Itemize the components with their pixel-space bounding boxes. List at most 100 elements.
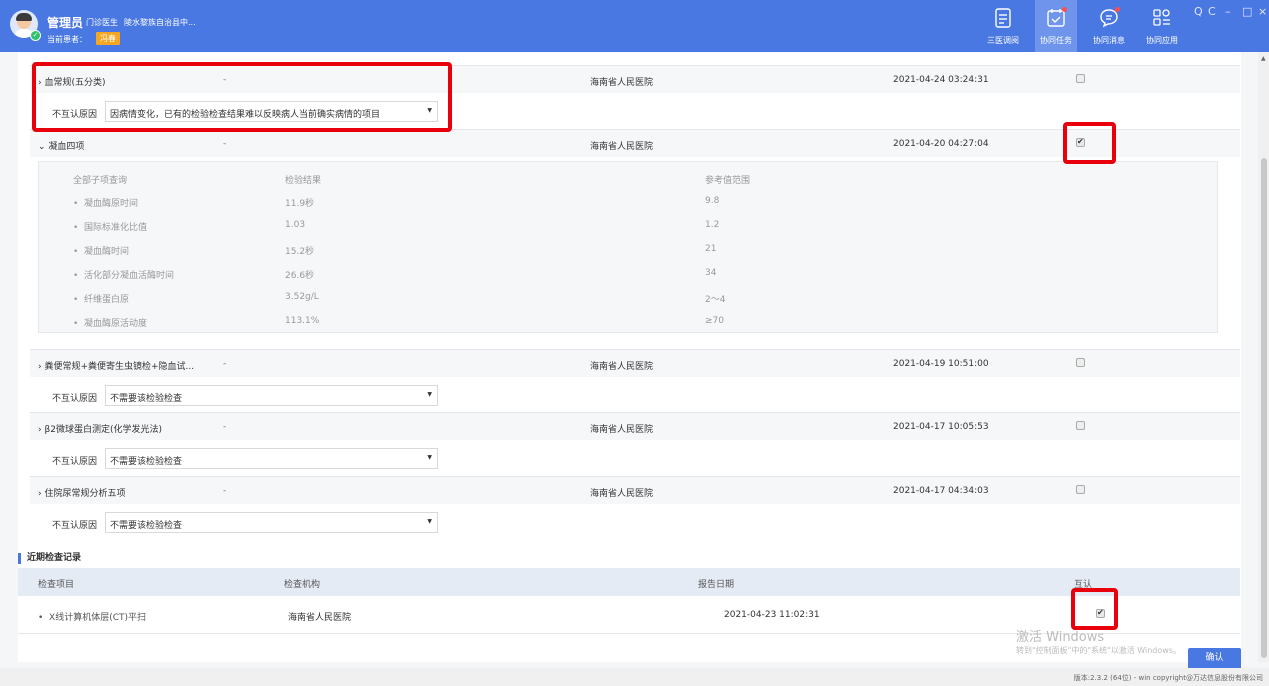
mutual-recognition-checkbox[interactable] [1076, 358, 1085, 367]
scroll-up-arrow-icon[interactable]: ▲ [1261, 55, 1266, 62]
minimize-button[interactable]: – [1225, 5, 1231, 18]
patient-label: 当前患者： [47, 35, 87, 44]
recent-records-title: 近期检查记录 [18, 553, 81, 564]
reason-row: 不互认原因 不需要该检验检查 ▼ [30, 380, 1240, 412]
test-org: 海南省人民医院 [590, 142, 654, 152]
apps-grid-icon [1153, 9, 1170, 26]
user-role: 门诊医生 [86, 18, 118, 27]
nav-label: 协同应用 [1146, 36, 1178, 45]
col-header-org: 检查机构 [284, 580, 321, 590]
test-org: 海南省人民医院 [590, 425, 654, 435]
refresh-icon[interactable]: C [1208, 5, 1216, 18]
nav-label: 三医调阅 [987, 36, 1019, 45]
test-dash: - [223, 139, 227, 149]
reason-value: 不需要该检验检查 [110, 394, 183, 404]
reason-value: 不需要该检验检查 [110, 457, 183, 467]
reason-select[interactable]: 不需要该检验检查 ▼ [105, 385, 438, 406]
search-icon[interactable]: Q [1194, 5, 1203, 18]
reason-select[interactable]: 不需要该检验检查 ▼ [105, 448, 438, 469]
highlight-box [32, 62, 452, 132]
sub-item-name: • 凝血酶原时间 [73, 199, 139, 209]
test-row[interactable]: ⌄ 凝血四项 - 海南省人民医院 2021-04-20 04:27:04 [30, 129, 1240, 157]
user-name: 管理员 [47, 16, 84, 30]
test-date: 2021-04-17 04:34:03 [893, 486, 989, 496]
test-name: › 粪便常规+粪便寄生虫镜检+隐血试... [38, 362, 195, 372]
test-org: 海南省人民医院 [590, 78, 654, 88]
sub-item-range: 1.2 [705, 220, 720, 230]
reason-row: 不互认原因 不需要该检验检查 ▼ [30, 443, 1240, 475]
dropdown-arrow-icon: ▼ [427, 518, 432, 525]
mutual-recognition-checkbox[interactable] [1076, 74, 1085, 83]
sub-item-result: 26.6秒 [285, 271, 315, 281]
dropdown-arrow-icon: ▼ [427, 391, 432, 398]
sub-item-range: 2～4 [705, 295, 726, 305]
scrollbar-thumb[interactable] [1261, 158, 1267, 658]
nav-collab-apps[interactable]: 协同应用 [1141, 0, 1183, 52]
user-org: 陵水黎族自治县中... [124, 18, 196, 27]
test-org: 海南省人民医院 [590, 489, 654, 499]
version-text: 版本:2.3.2 (64位) - win copyright@万达信息股份有限公… [1073, 674, 1263, 682]
nav-collab-tasks[interactable]: 协同任务 [1035, 0, 1077, 52]
col-header-date: 报告日期 [698, 580, 735, 590]
test-row[interactable]: › 粪便常规+粪便寄生虫镜检+隐血试... - 海南省人民医院 2021-04-… [30, 349, 1240, 377]
highlight-box [1071, 588, 1118, 630]
close-button[interactable]: × [1258, 5, 1267, 18]
test-date: 2021-04-20 04:27:04 [893, 139, 989, 149]
dropdown-arrow-icon: ▼ [427, 454, 432, 461]
sub-item-range: 9.8 [705, 196, 720, 206]
mutual-recognition-checkbox[interactable] [1076, 421, 1085, 430]
sub-items-panel: 全部子项查询 检验结果 参考值范围 • 凝血酶原时间 11.9秒 9.8 • 国… [38, 161, 1218, 333]
online-check-icon: ✓ [30, 30, 41, 41]
recent-table-header: 检查项目 检查机构 报告日期 互认 [18, 568, 1240, 596]
sub-item-range: ≥70 [705, 316, 724, 326]
reason-label: 不互认原因 [52, 457, 98, 467]
test-name: ⌄ 凝血四项 [38, 142, 85, 152]
detail-header-range: 参考值范围 [705, 176, 751, 186]
unread-dot [1115, 7, 1120, 12]
sub-item-result: 15.2秒 [285, 247, 315, 257]
test-date: 2021-04-19 10:51:00 [893, 359, 989, 369]
unread-dot [1062, 7, 1067, 12]
test-date: 2021-04-24 03:24:31 [893, 75, 989, 85]
reason-row: 不互认原因 不需要该检验检查 ▼ [30, 507, 1240, 539]
test-name: › β2微球蛋白测定(化学发光法) [38, 425, 162, 435]
test-dash: - [223, 422, 227, 432]
sub-item-result: 3.52g/L [285, 292, 319, 302]
top-bar: ✓ 管理员 门诊医生 陵水黎族自治县中... 当前患者： 冯春 三医调阅 协同任… [0, 0, 1269, 52]
confirm-button[interactable]: 确认 [1188, 648, 1241, 669]
sub-item-name: • 活化部分凝血活酶时间 [73, 271, 175, 281]
exam-org: 海南省人民医院 [288, 613, 352, 623]
maximize-button[interactable]: □ [1242, 5, 1252, 18]
nav-label: 协同消息 [1093, 36, 1125, 45]
test-name: › 住院尿常规分析五项 [38, 489, 126, 499]
sub-item-range: 34 [705, 268, 717, 278]
reason-select[interactable]: 不需要该检验检查 ▼ [105, 512, 438, 533]
detail-header-item: 全部子项查询 [73, 176, 128, 186]
sub-item-name: • 凝血酶原活动度 [73, 319, 148, 329]
sub-item-range: 21 [705, 244, 717, 254]
reason-label: 不互认原因 [52, 394, 98, 404]
test-row[interactable]: › 住院尿常规分析五项 - 海南省人民医院 2021-04-17 04:34:0… [30, 476, 1240, 504]
mutual-recognition-checkbox[interactable] [1076, 485, 1085, 494]
document-list-icon [995, 8, 1011, 28]
sub-item-name: • 纤维蛋白原 [73, 295, 130, 305]
footer: 版本:2.3.2 (64位) - win copyright@万达信息股份有限公… [0, 668, 1269, 686]
patient-name-badge[interactable]: 冯春 [96, 32, 120, 45]
reason-label: 不互认原因 [52, 521, 98, 531]
test-row[interactable]: › β2微球蛋白测定(化学发光法) - 海南省人民医院 2021-04-17 1… [30, 412, 1240, 440]
test-date: 2021-04-17 10:05:53 [893, 422, 989, 432]
sub-item-result: 1.03 [285, 220, 306, 230]
nav-collab-messages[interactable]: 协同消息 [1088, 0, 1130, 52]
activation-watermark-text: 转到"控制面板"中的"系统"以激活 Windows。 [1016, 646, 1181, 655]
sub-item-name: • 国际标准化比值 [73, 223, 148, 233]
nav-sanyi-review[interactable]: 三医调阅 [982, 0, 1024, 52]
detail-header-result: 检验结果 [285, 176, 322, 186]
highlight-box [1063, 122, 1116, 164]
sub-item-result: 11.9秒 [285, 199, 315, 209]
test-dash: - [223, 359, 227, 369]
col-header-item: 检查项目 [38, 580, 75, 590]
sub-item-result: 113.1% [285, 316, 320, 326]
test-org: 海南省人民医院 [590, 362, 654, 372]
nav-label: 协同任务 [1040, 36, 1072, 45]
exam-name: • X线计算机体层(CT)平扫 [38, 613, 147, 623]
